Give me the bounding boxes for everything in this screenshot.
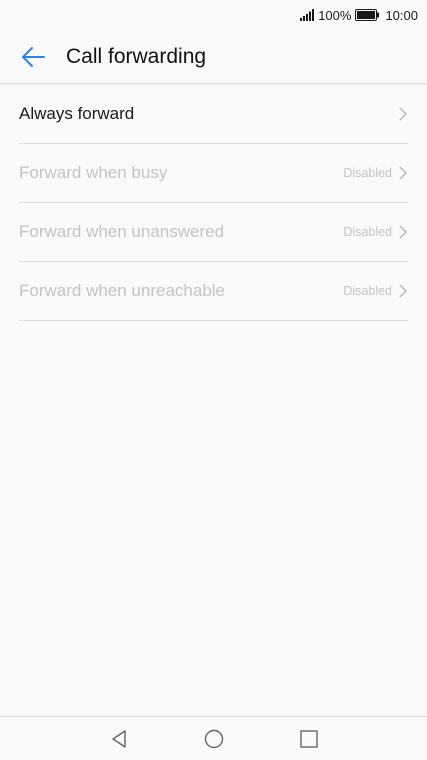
list-item-forward-when-unanswered: Forward when unanswered Disabled: [19, 203, 408, 262]
square-recents-icon: [299, 729, 318, 748]
clock: 10:00: [385, 7, 418, 23]
page-title: Call forwarding: [66, 44, 207, 68]
chevron-right-icon: [399, 166, 408, 180]
back-button[interactable]: [10, 34, 56, 80]
circle-home-icon: [204, 729, 223, 748]
list-item-status: Disabled: [343, 284, 392, 298]
nav-home-button[interactable]: [166, 717, 261, 760]
navigation-bar: [0, 716, 427, 760]
list-item-label: Forward when unanswered: [19, 222, 225, 241]
screen: 100% 10:00 Call forwarding Always forwar…: [0, 0, 427, 760]
forwarding-options-list: Always forward Forward when busy Disable…: [19, 85, 408, 321]
arrow-left-icon: [22, 46, 45, 67]
list-item-forward-when-busy: Forward when busy Disabled: [19, 144, 408, 203]
nav-back-button[interactable]: [71, 717, 166, 760]
chevron-right-icon: [399, 225, 408, 239]
list-item-forward-when-unreachable: Forward when unreachable Disabled: [19, 262, 408, 321]
nav-recents-button[interactable]: [261, 717, 356, 760]
battery-icon: [355, 9, 380, 21]
list-item-always-forward[interactable]: Always forward: [19, 85, 408, 144]
chevron-right-icon: [399, 107, 408, 121]
list-item-status: Disabled: [343, 166, 392, 180]
list-item-label: Forward when unreachable: [19, 281, 226, 300]
status-bar: 100% 10:00: [0, 0, 427, 30]
list-item-label: Forward when busy: [19, 163, 168, 182]
triangle-back-icon: [111, 729, 126, 748]
signal-icon: [300, 9, 315, 21]
battery-percent: 100%: [318, 7, 352, 23]
list-item-label: Always forward: [19, 104, 135, 123]
app-bar: Call forwarding: [0, 30, 427, 84]
chevron-right-icon: [399, 284, 408, 298]
list-item-status: Disabled: [343, 225, 392, 239]
